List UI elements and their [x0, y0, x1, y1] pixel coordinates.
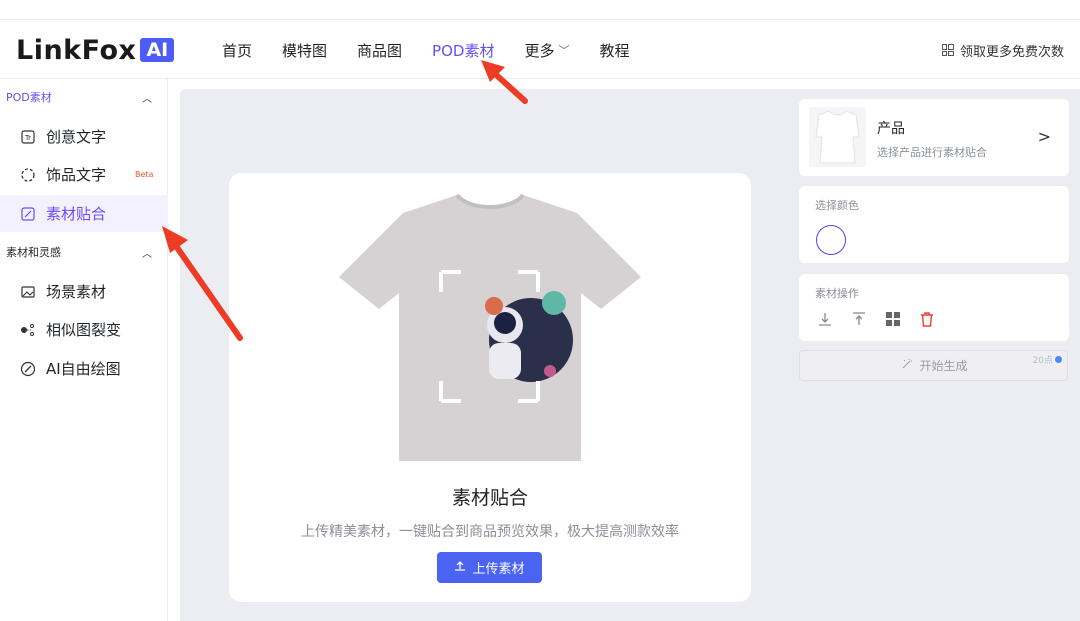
sidebar-item-material-fit[interactable]: 素材贴合	[0, 195, 168, 232]
sidebar-item-label: 场景素材	[46, 283, 107, 301]
nav-pod-material[interactable]: POD素材	[432, 40, 494, 61]
material-fit-card: 素材贴合 上传精美素材，一键贴合到商品预览效果，极大提高测款效率 上传素材	[229, 173, 751, 602]
sidebar-section-inspiration-label: 素材和灵感	[6, 246, 61, 259]
chevron-up-icon: ︿	[142, 248, 152, 260]
sidebar-item-scene-material[interactable]: 场景素材	[0, 273, 168, 310]
card-description: 上传精美素材，一键贴合到商品预览效果，极大提高测款效率	[301, 524, 679, 540]
chevron-up-icon: ︿	[142, 93, 152, 105]
cost-value: 20点	[1032, 356, 1053, 366]
generate-cost: 20点	[1033, 353, 1062, 366]
product-title: 产品	[877, 121, 905, 137]
sidebar-section-pod[interactable]: POD素材 ︿	[0, 79, 168, 115]
dashed-circle-icon	[20, 167, 36, 183]
delete-icon[interactable]	[917, 309, 937, 329]
logo-ai-badge: AI	[140, 38, 175, 62]
chevron-right-icon: >	[1037, 127, 1051, 146]
sidebar-section-pod-label: POD素材	[6, 91, 52, 104]
product-selector[interactable]: 产品 选择产品进行素材贴合 >	[799, 99, 1069, 176]
image-icon	[20, 284, 36, 300]
coin-icon	[1055, 356, 1062, 363]
material-operations-panel: 素材操作	[799, 274, 1069, 341]
workspace: 素材贴合 上传精美素材，一键贴合到商品预览效果，极大提高测款效率 上传素材 产品…	[180, 89, 1080, 621]
top-header: LinkFox AI 首页 模特图 商品图 POD素材 更多 ﹀ 教程 领取更多…	[0, 21, 1080, 79]
product-thumbnail	[809, 107, 866, 167]
sidebar-item-label: 素材贴合	[46, 205, 107, 223]
share-nodes-icon	[20, 322, 36, 338]
ops-toolbar	[815, 309, 937, 329]
color-picker-panel: 选择颜色	[799, 186, 1069, 263]
upload-material-button[interactable]: 上传素材	[437, 552, 542, 583]
align-top-icon[interactable]	[849, 309, 869, 329]
card-title: 素材贴合	[451, 487, 528, 509]
magic-wand-icon	[901, 358, 913, 373]
align-bottom-icon[interactable]	[815, 309, 835, 329]
sidebar-section-inspiration[interactable]: 素材和灵感 ︿	[0, 234, 168, 270]
nav-product-image[interactable]: 商品图	[357, 40, 402, 61]
main-nav: 首页 模特图 商品图 POD素材 更多 ﹀ 教程	[222, 21, 659, 79]
qr-code-icon	[941, 44, 954, 56]
ops-label: 素材操作	[815, 287, 859, 300]
sidebar-item-label: 相似图裂变	[46, 321, 122, 339]
nav-model-image[interactable]: 模特图	[282, 40, 327, 61]
nav-more-label: 更多	[524, 41, 555, 60]
chevron-down-icon: ﹀	[558, 44, 570, 57]
grid-icon[interactable]	[883, 309, 903, 329]
generate-label-wrap: 开始生成	[800, 351, 1069, 380]
sidebar-item-jewelry-text[interactable]: 饰品文字 Beta	[0, 156, 168, 193]
color-label: 选择颜色	[815, 199, 859, 212]
sticker-icon	[20, 206, 36, 222]
product-subtitle: 选择产品进行素材贴合	[877, 146, 987, 159]
free-credits-label: 领取更多免费次数	[959, 44, 1064, 60]
sidebar-item-creative-text[interactable]: Tr 创意文字	[0, 118, 168, 155]
beta-badge: Beta	[135, 170, 154, 179]
generate-label: 开始生成	[919, 359, 968, 373]
nav-home[interactable]: 首页	[222, 40, 252, 61]
upload-icon	[454, 560, 466, 576]
sidebar-item-ai-drawing[interactable]: AI自由绘图	[0, 350, 168, 387]
pen-icon	[20, 361, 36, 377]
sidebar-item-label: AI自由绘图	[46, 360, 121, 378]
nav-more[interactable]: 更多 ﹀	[524, 40, 569, 61]
browser-top-strip	[0, 0, 1080, 20]
upload-button-label: 上传素材	[472, 562, 525, 577]
sidebar: POD素材 ︿ Tr 创意文字 饰品文字 Beta 素材贴合 素材和灵感 ︿ 场…	[0, 79, 168, 621]
logo[interactable]: LinkFox AI	[16, 34, 175, 66]
sidebar-item-similar-variation[interactable]: 相似图裂变	[0, 311, 168, 348]
tshirt-preview-image	[339, 193, 641, 463]
sidebar-item-label: 创意文字	[46, 128, 107, 146]
logo-text: LinkFox	[16, 34, 137, 66]
color-swatch-white[interactable]	[816, 225, 846, 255]
nav-tutorial[interactable]: 教程	[599, 40, 629, 61]
text-tt-icon: Tr	[20, 129, 36, 145]
sidebar-item-label: 饰品文字	[46, 166, 107, 184]
start-generate-button[interactable]: 开始生成 20点	[799, 350, 1068, 381]
svg-text:Tr: Tr	[24, 134, 31, 142]
free-credits-link[interactable]: 领取更多免费次数	[941, 21, 1064, 79]
